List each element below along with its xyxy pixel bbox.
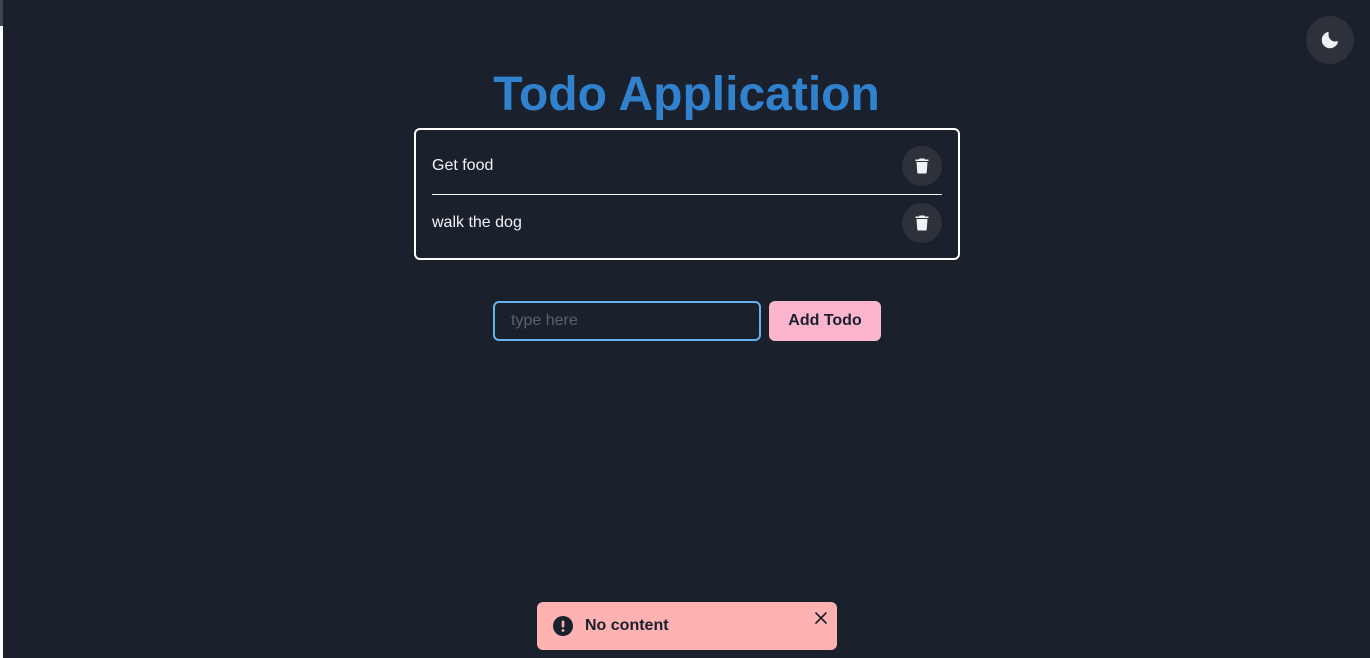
todo-input[interactable] [493,301,761,341]
add-todo-button[interactable]: Add Todo [769,301,881,341]
todo-text: Get food [432,157,494,174]
todo-item: walk the dog [432,203,942,243]
toast-message: No content [585,617,669,634]
delete-todo-button[interactable] [902,146,942,186]
trash-icon [915,158,929,174]
theme-toggle-button[interactable] [1306,16,1354,64]
close-icon [815,612,827,624]
error-toast: No content [537,602,837,650]
page-title: Todo Application [493,68,880,121]
alert-circle-icon [553,616,573,636]
todo-divider [432,194,942,195]
todo-list: Get food walk the dog [414,128,960,260]
delete-todo-button[interactable] [902,203,942,243]
moon-icon [1321,31,1338,49]
todo-item: Get food [432,146,942,186]
page: Todo Application Get food walk the dog A… [0,0,1370,658]
trash-icon [915,215,929,231]
window-edge-top [0,0,3,26]
toast-close-button[interactable] [811,608,831,628]
todo-text: walk the dog [432,214,522,231]
